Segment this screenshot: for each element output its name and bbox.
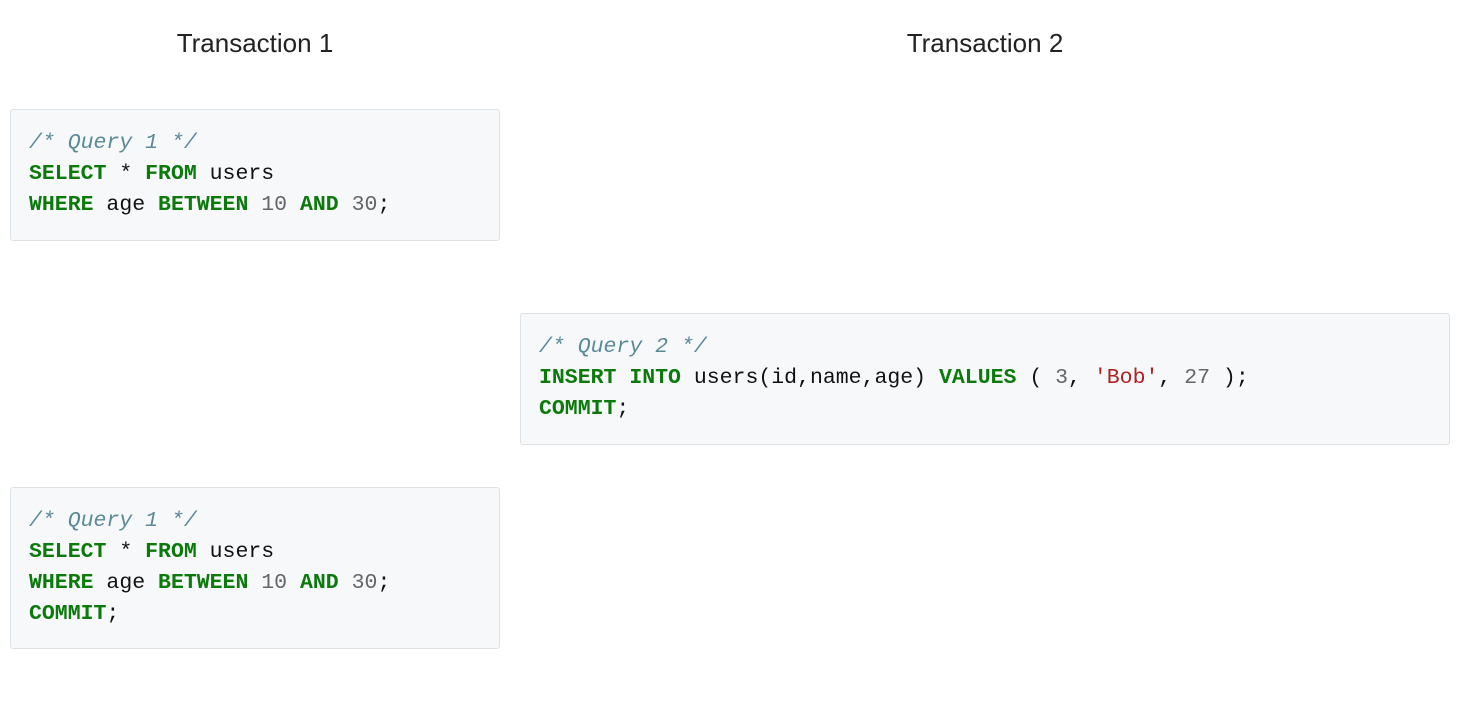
keyword-select: SELECT — [29, 162, 106, 186]
semicolon: ; — [106, 602, 119, 626]
keyword-select: SELECT — [29, 540, 106, 564]
keyword-and: AND — [300, 193, 339, 217]
keyword-and: AND — [300, 571, 339, 595]
keyword-insert: INSERT — [539, 366, 616, 390]
comment: /* Query 2 */ — [539, 335, 707, 359]
query-2-block: /* Query 2 */ INSERT INTO users(id,name,… — [520, 313, 1450, 445]
diagram-container: Transaction 1 /* Query 1 */ SELECT * FRO… — [0, 0, 1470, 721]
comma: , — [1068, 366, 1081, 390]
transaction-1-column: Transaction 1 /* Query 1 */ SELECT * FRO… — [10, 0, 500, 721]
table-name: users — [694, 366, 759, 390]
star: * — [119, 540, 132, 564]
keyword-between: BETWEEN — [158, 571, 248, 595]
query-1b-code: /* Query 1 */ SELECT * FROM users WHERE … — [29, 506, 481, 631]
column-list: (id,name,age) — [758, 366, 926, 390]
literal-10: 10 — [261, 193, 287, 217]
semicolon: ; — [1236, 366, 1249, 390]
keyword-where: WHERE — [29, 571, 94, 595]
keyword-from: FROM — [145, 162, 197, 186]
literal-bob: 'Bob' — [1094, 366, 1159, 390]
query-1a-block: /* Query 1 */ SELECT * FROM users WHERE … — [10, 109, 500, 241]
keyword-where: WHERE — [29, 193, 94, 217]
keyword-between: BETWEEN — [158, 193, 248, 217]
keyword-values: VALUES — [939, 366, 1016, 390]
literal-10: 10 — [261, 571, 287, 595]
table-name: users — [210, 162, 275, 186]
semicolon: ; — [616, 397, 629, 421]
column-age: age — [106, 193, 145, 217]
semicolon: ; — [377, 193, 390, 217]
query-1a-code: /* Query 1 */ SELECT * FROM users WHERE … — [29, 128, 481, 222]
star: * — [119, 162, 132, 186]
keyword-from: FROM — [145, 540, 197, 564]
keyword-commit: COMMIT — [539, 397, 616, 421]
keyword-commit: COMMIT — [29, 602, 106, 626]
literal-3: 3 — [1055, 366, 1068, 390]
lparen: ( — [1029, 366, 1042, 390]
query-1b-block: /* Query 1 */ SELECT * FROM users WHERE … — [10, 487, 500, 650]
keyword-into: INTO — [629, 366, 681, 390]
literal-30: 30 — [352, 571, 378, 595]
transaction-1-heading: Transaction 1 — [10, 28, 500, 59]
query-2-code: /* Query 2 */ INSERT INTO users(id,name,… — [539, 332, 1431, 426]
table-name: users — [210, 540, 275, 564]
rparen: ) — [1223, 366, 1236, 390]
semicolon: ; — [377, 571, 390, 595]
transaction-2-column: Transaction 2 /* Query 2 */ INSERT INTO … — [520, 0, 1450, 721]
comma: , — [1158, 366, 1171, 390]
transaction-2-heading: Transaction 2 — [520, 28, 1450, 59]
comment: /* Query 1 */ — [29, 131, 197, 155]
column-age: age — [106, 571, 145, 595]
literal-27: 27 — [1184, 366, 1210, 390]
literal-30: 30 — [352, 193, 378, 217]
comment: /* Query 1 */ — [29, 509, 197, 533]
